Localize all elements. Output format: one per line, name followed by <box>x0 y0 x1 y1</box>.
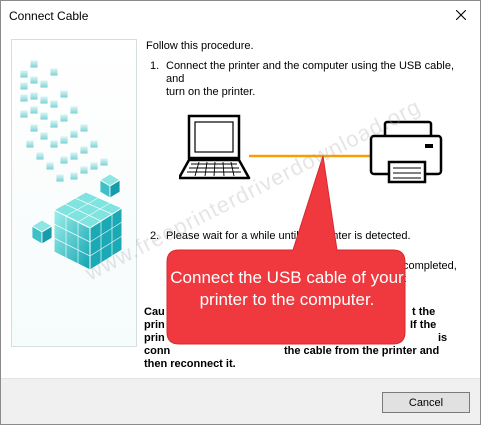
step-1: 1. Connect the printer and the computer … <box>150 60 470 99</box>
close-icon <box>456 10 466 20</box>
caution-tail-1: the cable from the printer and <box>284 345 440 357</box>
product-banner-image <box>11 39 137 347</box>
connect-cable-dialog: Connect Cable Follow this procedure. 1. … <box>0 0 481 425</box>
caution-right-1: t the <box>412 306 436 318</box>
title-bar: Connect Cable <box>1 1 480 30</box>
completed-line-1: completed, <box>403 260 457 272</box>
cancel-button-label: Cancel <box>408 396 444 409</box>
caution-line-2: prin <box>144 319 165 331</box>
caution-line-4: conn <box>144 345 171 357</box>
step-2-number: 2. <box>150 230 160 242</box>
close-button[interactable] <box>446 2 476 28</box>
cube-graphic <box>19 59 124 271</box>
intro-text: Follow this procedure. <box>146 40 254 52</box>
caution-line-3: prin <box>144 332 165 344</box>
window-title: Connect Cable <box>9 8 89 23</box>
callout-text: Connect the USB cable of your printer to… <box>170 268 404 309</box>
step-1-line-2: turn on the printer. <box>166 86 256 98</box>
completed-line-2: t <box>403 273 457 286</box>
cancel-button[interactable]: Cancel <box>382 392 470 413</box>
caution-tail-2: then reconnect it. <box>144 358 236 370</box>
caution-right-3: is <box>438 332 448 344</box>
step-1-line-1: Connect the printer and the computer usi… <box>166 60 455 85</box>
caution-right-2: If the <box>410 319 437 331</box>
callout-bubble <box>166 156 406 345</box>
caution-line-1: Cau <box>144 306 165 318</box>
step-1-number: 1. <box>150 60 160 72</box>
completed-text: completed, t <box>403 260 457 286</box>
